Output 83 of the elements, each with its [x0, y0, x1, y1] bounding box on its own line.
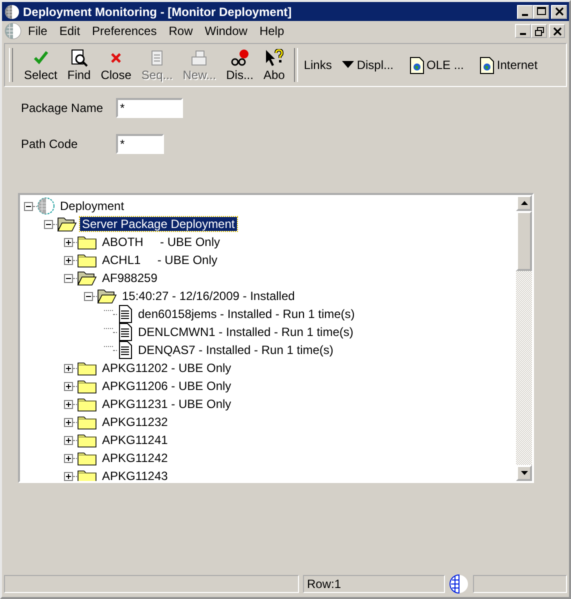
expander-icon[interactable] [44, 220, 53, 228]
close-button[interactable] [551, 4, 567, 18]
maximize-button[interactable] [533, 4, 549, 18]
field-label: Package Name [20, 101, 104, 115]
tree-item[interactable]: ACHL1 - UBE Only [100, 253, 220, 267]
display-dropdown[interactable]: Displ... [342, 58, 394, 72]
caret-icon [342, 61, 354, 69]
restore-icon [534, 26, 544, 36]
globe-icon [4, 22, 22, 40]
menu-item[interactable]: Row [162, 24, 199, 38]
glasses-icon [230, 48, 250, 66]
links-label: Links [304, 58, 332, 72]
tree-item[interactable]: APKG11243 [100, 469, 170, 481]
expander-icon[interactable] [64, 454, 73, 462]
maximize-icon [536, 7, 546, 16]
tree-item[interactable]: Server Package Deployment [80, 217, 237, 231]
menu-item[interactable]: Window [198, 24, 254, 38]
up-arrow-icon [520, 201, 528, 205]
close-button[interactable] [549, 24, 565, 38]
tree-item[interactable]: APKG11206 - UBE Only [100, 379, 234, 393]
scroll-up-button[interactable] [516, 195, 532, 211]
tree-item[interactable]: ABOTH - UBE Only [100, 235, 222, 249]
tree-item[interactable]: 15:40:27 - 12/16/2009 - Installed [120, 289, 297, 303]
globe-icon [4, 4, 20, 20]
expander-icon[interactable] [64, 364, 73, 372]
menu-item[interactable]: Help [253, 24, 290, 38]
tree-item[interactable]: APKG11231 - UBE Only [100, 397, 234, 411]
link-button[interactable]: Internet [480, 56, 538, 74]
minimize-button[interactable] [517, 4, 533, 18]
expander-icon[interactable] [64, 382, 73, 390]
expander-icon[interactable] [64, 418, 73, 426]
expander-icon[interactable] [64, 274, 73, 282]
tree-item[interactable]: DENQAS7 - Installed - Run 1 time(s) [136, 343, 336, 357]
toolbar-button[interactable]: Abo [258, 48, 290, 82]
expander-icon[interactable] [64, 256, 73, 264]
status-row: Row:1 [303, 575, 445, 593]
menu-item[interactable]: File [22, 24, 54, 38]
input-field[interactable]: * [116, 134, 164, 154]
field-label: Path Code [20, 137, 79, 151]
tree-item[interactable]: den60158jems - Installed - Run 1 time(s) [136, 307, 357, 321]
toolbar-button[interactable]: Find [62, 48, 96, 82]
globe-icon [37, 197, 55, 215]
minimize-button[interactable] [515, 24, 531, 38]
tree-item[interactable]: APKG11242 [100, 451, 170, 465]
search-icon [70, 48, 88, 66]
window-title: Deployment Monitoring - [Monitor Deployment] [23, 4, 292, 18]
web-document-icon [410, 56, 424, 74]
minimize-icon [520, 33, 526, 35]
down-arrow-icon [520, 471, 528, 475]
link-button[interactable]: OLE ... [410, 56, 464, 74]
close-icon [552, 26, 562, 36]
vertical-scrollbar[interactable] [516, 195, 532, 481]
menu-item[interactable]: Edit [53, 24, 86, 38]
tree-item[interactable]: DENLCMWN1 - Installed - Run 1 time(s) [136, 325, 356, 339]
tree-item[interactable]: APKG11232 [100, 415, 170, 429]
toolbar-button[interactable]: Dis... [221, 48, 258, 82]
expander-icon[interactable] [64, 400, 73, 408]
close-icon [554, 7, 564, 16]
menu-item[interactable]: Preferences [86, 24, 163, 38]
form-icon [190, 48, 208, 66]
expander-icon[interactable] [84, 292, 93, 300]
tree-item[interactable]: AF988259 [100, 271, 160, 285]
tree-item[interactable]: APKG11202 - UBE Only [100, 361, 234, 375]
restore-button[interactable] [531, 24, 547, 38]
tree-item[interactable]: APKG11241 [100, 433, 170, 447]
help-cursor-icon [264, 48, 284, 66]
document-icon [117, 305, 133, 323]
tree-item[interactable]: Deployment [58, 199, 126, 213]
scroll-thumb[interactable] [516, 211, 532, 271]
document-icon [117, 323, 133, 341]
globe-icon [449, 574, 469, 594]
check-icon [32, 48, 50, 66]
toolbar-button[interactable]: Close [96, 48, 136, 82]
expander-icon[interactable] [64, 436, 73, 444]
expander-icon[interactable] [24, 202, 33, 210]
input-field[interactable]: * [116, 98, 183, 118]
minimize-icon [522, 14, 528, 16]
scroll-down-button[interactable] [516, 465, 532, 481]
toolbar-button[interactable]: Select [19, 48, 62, 82]
expander-icon[interactable] [64, 238, 73, 246]
expander-icon[interactable] [64, 472, 73, 480]
document-icon [117, 341, 133, 359]
web-document-icon [480, 56, 494, 74]
